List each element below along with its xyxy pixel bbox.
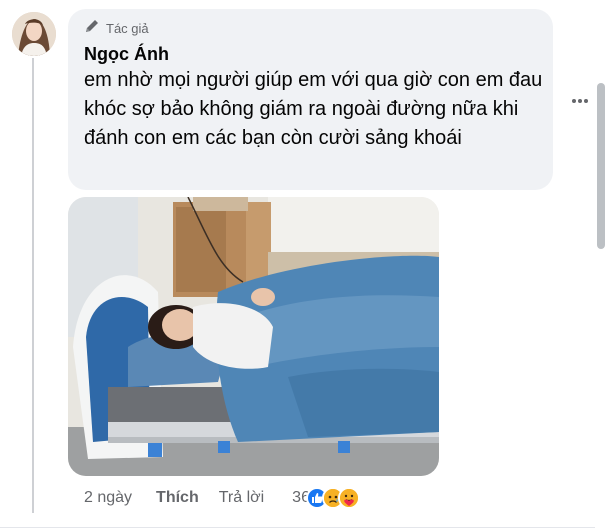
comment-text: em nhờ mọi người giúp em với qua giờ con… [84, 69, 543, 149]
avatar-image [12, 12, 56, 56]
reply-button[interactable]: Trả lời [219, 489, 264, 507]
comment-actions: 2 ngày Thích Trả lời 36 [84, 487, 360, 509]
author-name[interactable]: Ngọc Ánh [84, 44, 169, 65]
pen-icon [84, 18, 100, 39]
avatar[interactable] [12, 12, 56, 56]
divider [0, 527, 595, 528]
more-options-button[interactable] [568, 88, 592, 112]
photo-attachment[interactable] [68, 197, 439, 476]
care-icon [337, 487, 360, 509]
photo-image [68, 197, 439, 476]
role-label: Tác giả [106, 20, 149, 36]
more-horizontal-icon [571, 91, 589, 109]
comment-timestamp[interactable]: 2 ngày [84, 489, 132, 507]
scrollbar-track[interactable] [595, 0, 607, 530]
like-button[interactable]: Thích [156, 489, 199, 507]
thread-line [32, 58, 34, 513]
scrollbar-thumb[interactable] [597, 83, 605, 249]
comment-bubble: Tác giả Ngọc Ánh em nhờ mọi người giúp e… [68, 9, 553, 190]
reaction-summary[interactable]: 36 [292, 487, 360, 509]
author-role-badge: Tác giả [84, 19, 149, 37]
